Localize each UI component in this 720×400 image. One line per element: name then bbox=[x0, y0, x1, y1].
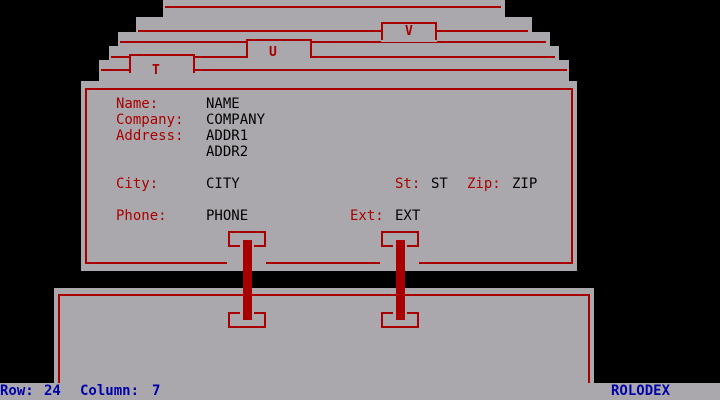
back-card-1 bbox=[163, 0, 505, 18]
column-value: 7 bbox=[152, 383, 161, 399]
phone-field[interactable]: PHONE bbox=[206, 208, 248, 224]
app-name: ROLODEX bbox=[611, 383, 671, 399]
zip-field[interactable]: ZIP bbox=[512, 176, 537, 192]
address-label: Address: bbox=[116, 128, 184, 144]
ext-label: Ext: bbox=[350, 208, 384, 224]
company-field[interactable]: COMPANY bbox=[206, 112, 265, 128]
name-field[interactable]: NAME bbox=[206, 96, 240, 112]
state-field[interactable]: ST bbox=[431, 176, 448, 192]
ext-field[interactable]: EXT bbox=[395, 208, 420, 224]
tab-v-label: V bbox=[405, 24, 413, 39]
company-label: Company: bbox=[116, 112, 184, 128]
column-label: Column: bbox=[80, 383, 140, 399]
address-line2-field[interactable]: ADDR2 bbox=[206, 144, 248, 160]
tab-u[interactable]: U bbox=[246, 39, 312, 61]
tab-v[interactable]: V bbox=[381, 22, 437, 42]
row-label: Row: bbox=[0, 383, 34, 399]
address-line1-field[interactable]: ADDR1 bbox=[206, 128, 248, 144]
tab-u-label: U bbox=[269, 45, 277, 60]
name-label: Name: bbox=[116, 96, 159, 112]
tab-t[interactable]: T bbox=[129, 54, 195, 84]
tab-t-label: T bbox=[152, 63, 160, 78]
zip-label: Zip: bbox=[467, 176, 501, 192]
city-label: City: bbox=[116, 176, 159, 192]
phone-label: Phone: bbox=[116, 208, 167, 224]
state-label: St: bbox=[395, 176, 421, 192]
city-field[interactable]: CITY bbox=[206, 176, 240, 192]
status-bar: Row: 24 Column: 7 ROLODEX bbox=[0, 383, 720, 400]
row-value: 24 bbox=[44, 383, 61, 399]
rolodex-base bbox=[54, 288, 594, 384]
